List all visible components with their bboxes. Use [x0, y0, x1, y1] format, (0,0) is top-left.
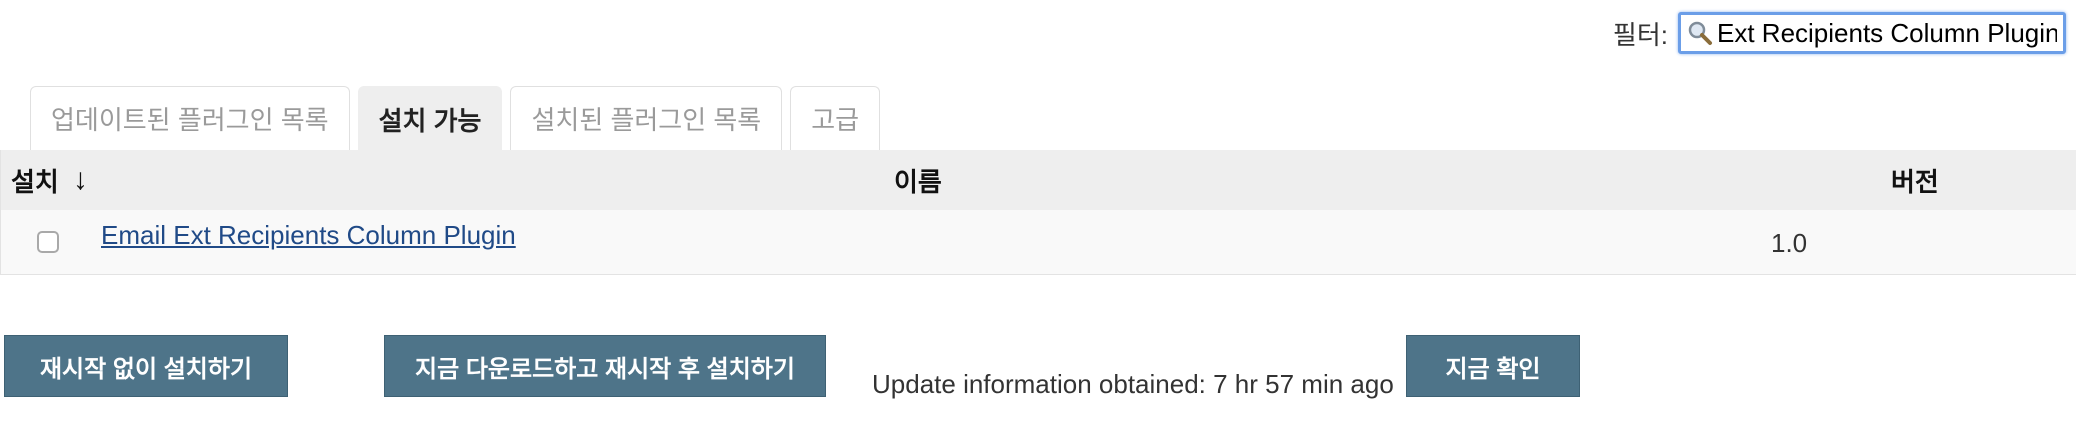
- check-now-button[interactable]: 지금 확인: [1406, 335, 1580, 397]
- tab-advanced[interactable]: 고급: [790, 86, 881, 150]
- update-info-text: Update information obtained: 7 hr 57 min…: [872, 369, 1394, 399]
- table-row: Email Ext Recipients Column Plugin 1.0: [1, 210, 2076, 274]
- download-install-after-restart-button[interactable]: 지금 다운로드하고 재시작 후 설치하기: [384, 335, 826, 397]
- filter-bar: 필터:: [1613, 12, 2066, 54]
- search-icon: [1688, 21, 1712, 45]
- column-header-name[interactable]: 이름: [894, 150, 942, 210]
- column-header-install[interactable]: 설치 ↓: [11, 150, 88, 210]
- plugin-version: 1.0: [1771, 228, 1808, 258]
- tab-available[interactable]: 설치 가능: [357, 86, 503, 152]
- sort-arrow-icon: ↓: [72, 163, 88, 196]
- column-header-version[interactable]: 버전: [1891, 150, 1939, 210]
- install-header-label: 설치: [11, 166, 59, 197]
- plugin-tabs: 업데이트된 플러그인 목록 설치 가능 설치된 플러그인 목록 고급: [30, 86, 881, 152]
- table-header: 설치 ↓ 이름 버전: [1, 150, 2076, 210]
- filter-input[interactable]: [1713, 17, 2057, 49]
- filter-field[interactable]: [1678, 12, 2066, 54]
- tab-installed[interactable]: 설치된 플러그인 목록: [510, 86, 783, 150]
- tab-updates[interactable]: 업데이트된 플러그인 목록: [30, 86, 350, 150]
- install-checkbox[interactable]: [37, 231, 59, 253]
- filter-label: 필터:: [1612, 19, 1668, 50]
- install-without-restart-button[interactable]: 재시작 없이 설치하기: [4, 335, 288, 397]
- plugin-name-link[interactable]: Email Ext Recipients Column Plugin: [101, 220, 516, 251]
- plugin-table: 설치 ↓ 이름 버전 Email Ext Recipients Column P…: [0, 150, 2076, 275]
